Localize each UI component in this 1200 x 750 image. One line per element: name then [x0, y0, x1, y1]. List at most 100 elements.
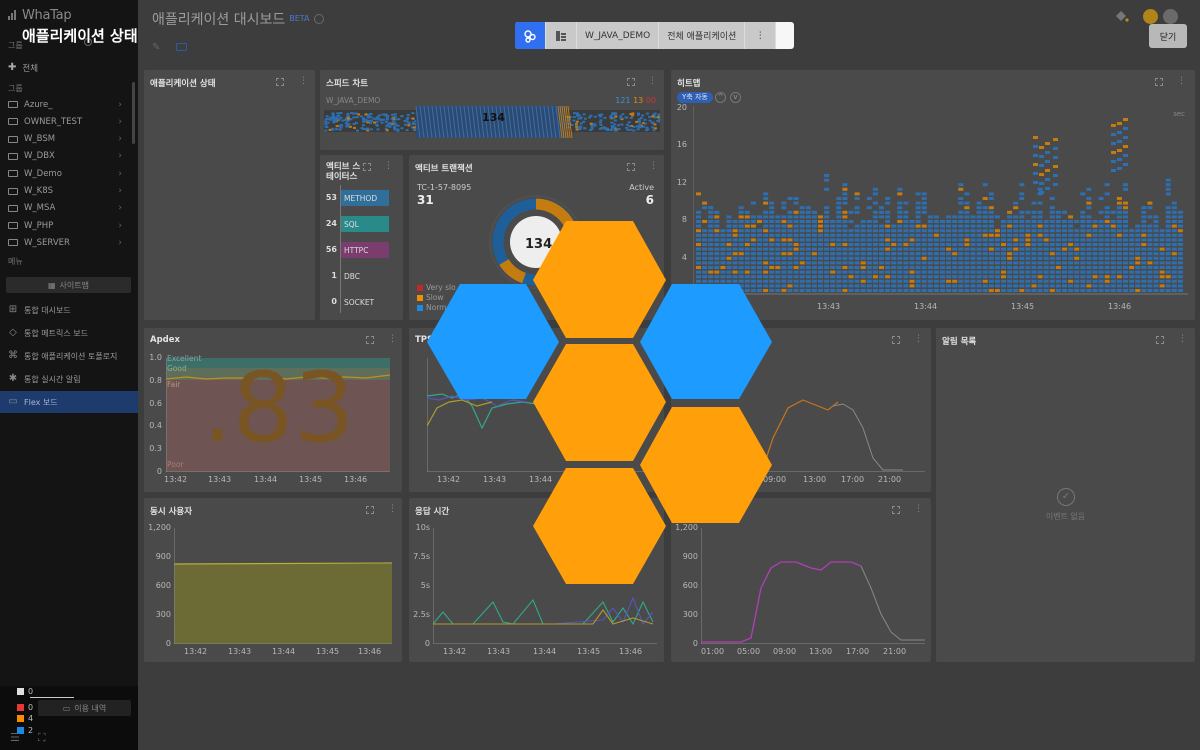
active-status-bar[interactable]: METHOD: [341, 190, 389, 206]
help-icon[interactable]: [1143, 9, 1158, 24]
heatmap-cell: [1001, 270, 1006, 274]
close-button[interactable]: 닫기: [1149, 24, 1187, 48]
heatmap-cell: [952, 220, 958, 223]
heatmap-cell: [866, 233, 872, 237]
heatmap-cell: [1049, 252, 1055, 256]
speed-dot: [396, 129, 400, 132]
sidebar-scrollbar[interactable]: [132, 82, 135, 144]
expand-icon[interactable]: [1155, 78, 1163, 86]
kebab-icon[interactable]: ⋮: [914, 334, 923, 344]
kebab-icon[interactable]: ⋮: [384, 161, 393, 171]
sidebar-item-all[interactable]: ✚ 전체: [0, 59, 130, 76]
heatmap-cell: [1049, 224, 1055, 228]
expand-icon[interactable]: [1156, 336, 1164, 344]
heatmap-cell: [744, 289, 750, 292]
paint-bucket-icon[interactable]: [1113, 8, 1129, 24]
kebab-icon[interactable]: ⋮: [649, 161, 658, 171]
heatmap-cell: [1049, 247, 1055, 251]
heatmap-cell: [891, 289, 897, 292]
scope-selector[interactable]: 전체 애플리케이션: [659, 22, 746, 49]
heatmap-cell: [1171, 270, 1177, 274]
kebab-icon[interactable]: ⋮: [914, 504, 923, 514]
more-options-button[interactable]: ⋮: [745, 22, 777, 49]
speed-dot: [385, 118, 389, 121]
kebab-icon[interactable]: ⋮: [649, 504, 658, 514]
active-status-bar[interactable]: HTTPC: [341, 242, 389, 258]
heatmap-cell: [1098, 275, 1104, 279]
heatmap-cell: [708, 229, 714, 233]
sidebar-nav-item[interactable]: ✱ 통합 실시간 알림: [0, 368, 138, 390]
heatmap-cell: [1104, 266, 1110, 269]
sidebar-nav-item[interactable]: ⌘ 통합 애플리케이션 토폴로지: [0, 345, 138, 367]
expand-icon[interactable]: [366, 506, 374, 514]
active-status-bar[interactable]: DBC: [341, 268, 389, 284]
monitor-icon[interactable]: [176, 43, 187, 51]
layout-view-button[interactable]: [546, 22, 577, 49]
heatmap-cell: [1147, 256, 1153, 260]
zoom-in-icon[interactable]: ^: [715, 92, 726, 103]
expand-icon[interactable]: [366, 336, 374, 344]
expand-icon[interactable]: [276, 78, 284, 86]
heatmap-cell: [1141, 247, 1147, 251]
heatmap-cell: [940, 279, 945, 283]
topology-view-button[interactable]: [515, 22, 546, 49]
sidebar-group-item[interactable]: W_PHP ›: [0, 217, 130, 234]
expand-icon[interactable]: [627, 78, 635, 86]
x-tick-label: 09:00: [773, 647, 797, 656]
heatmap-cell: [1141, 270, 1147, 274]
kebab-icon[interactable]: ⋮: [388, 334, 397, 344]
speed-dot: [629, 116, 633, 119]
heatmap-cell: [811, 210, 817, 214]
sidebar-group-item[interactable]: OWNER_TEST ›: [0, 113, 130, 130]
avatar[interactable]: [1163, 9, 1178, 24]
heatmap-cell: [1086, 247, 1092, 251]
sidebar-group-item[interactable]: W_SERVER ›: [0, 234, 130, 251]
heatmap-cell: [1074, 220, 1080, 223]
sidebar-group-item[interactable]: W_BSM ›: [0, 131, 130, 148]
expand-icon[interactable]: [627, 163, 635, 171]
expand-icon[interactable]: [363, 163, 371, 171]
sidebar-group-item[interactable]: W_DBX ›: [0, 148, 130, 165]
kebab-icon[interactable]: ⋮: [299, 76, 308, 86]
y-tick-label: 300: [155, 610, 171, 619]
sidebar-group-item[interactable]: W_Demo ›: [0, 165, 130, 182]
expand-icon[interactable]: [892, 336, 900, 344]
sidebar-nav-item[interactable]: ⊞ 통합 대시보드: [0, 299, 138, 321]
expand-icon[interactable]: [627, 506, 635, 514]
sidebar-nav-item[interactable]: ◇ 통합 메트릭스 보드: [0, 322, 138, 344]
sidebar-group-item[interactable]: W_MSA ›: [0, 200, 130, 217]
edit-icon[interactable]: ✎: [152, 42, 160, 53]
expand-icon[interactable]: [892, 506, 900, 514]
kebab-icon[interactable]: ⋮: [1177, 76, 1186, 86]
menu-icon[interactable]: ☰: [10, 731, 38, 744]
heatmap-cell: [885, 243, 891, 246]
sidebar-group-item[interactable]: W_K8S ›: [0, 183, 130, 200]
sitemap-button[interactable]: ▦ 사이트맵: [6, 277, 131, 293]
heatmap-cell: [1019, 247, 1025, 251]
history-icon[interactable]: [313, 14, 324, 24]
heatmap-cell: [1037, 284, 1043, 288]
fullscreen-icon[interactable]: ⛶: [38, 731, 64, 744]
project-selector[interactable]: W_JAVA_DEMO: [577, 22, 660, 49]
kebab-icon[interactable]: ⋮: [1178, 334, 1187, 344]
heatmap-cell: [1039, 182, 1044, 185]
speed-slow-count: 13: [633, 96, 644, 105]
heatmap-cell: [933, 229, 939, 233]
kebab-icon[interactable]: ⋮: [648, 76, 657, 86]
logo[interactable]: WhaTap: [8, 8, 72, 23]
active-status-bar[interactable]: SOCKET: [341, 294, 389, 310]
heatmap-cell: [744, 256, 750, 260]
heatmap-cell: [726, 220, 732, 223]
sidebar-nav-item[interactable]: ▭ Flex 보드: [0, 391, 138, 413]
heatmap-cell: [726, 243, 732, 246]
heatmap-cell: [805, 220, 811, 223]
sidebar-group-item[interactable]: Azure_ ›: [0, 96, 130, 113]
y-axis-auto-badge[interactable]: Y축 자동: [677, 92, 713, 103]
heatmap-cell: [1025, 266, 1031, 269]
active-status-bar[interactable]: SQL: [341, 216, 389, 232]
kebab-icon[interactable]: ⋮: [388, 504, 397, 514]
usage-button[interactable]: ▭ 이용 내역: [38, 700, 131, 716]
zoom-out-icon[interactable]: v: [730, 92, 741, 103]
speed-dot: [609, 114, 613, 117]
heatmap-cell: [1165, 192, 1171, 196]
